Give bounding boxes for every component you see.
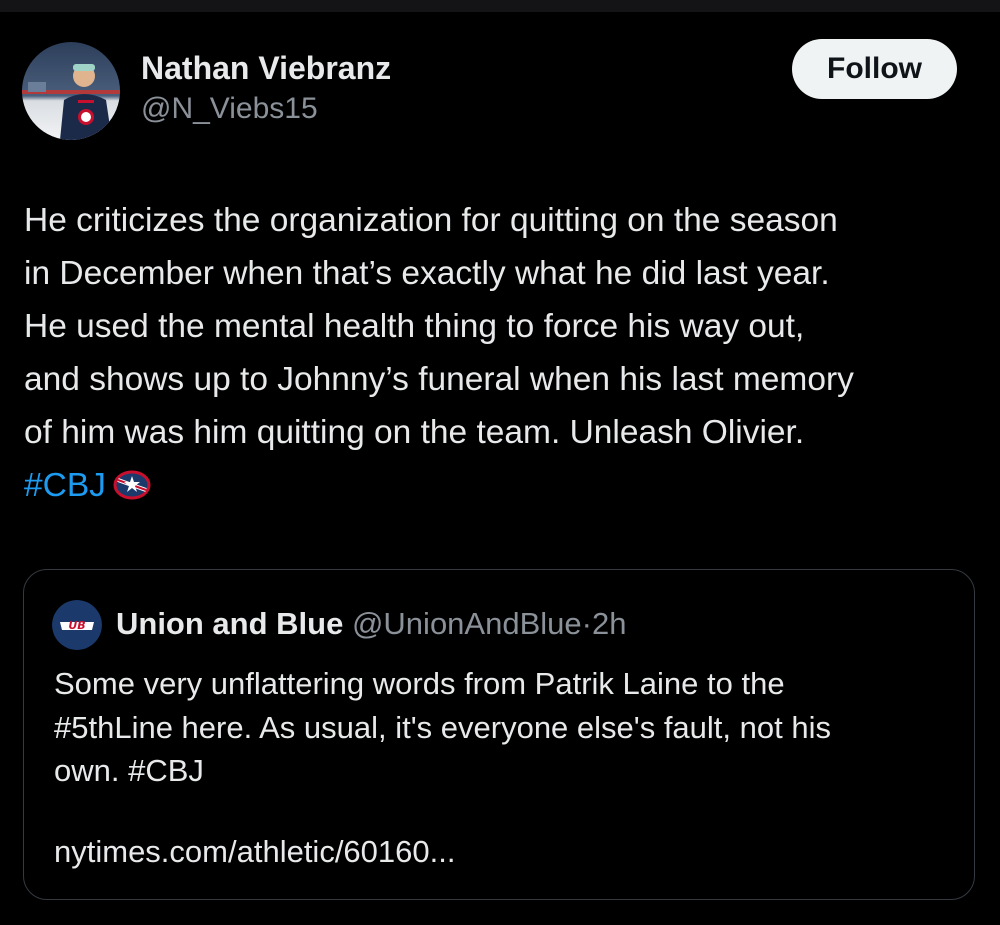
quoted-tweet-header: Union and Blue @UnionAndBlue·2h (116, 606, 626, 642)
quoted-line: #5thLine here. As usual, it's everyone e… (54, 709, 831, 745)
quoted-author-name[interactable]: Union and Blue (116, 606, 343, 641)
tweet-line: in December when that’s exactly what he … (24, 255, 830, 292)
quoted-author-handle[interactable]: @UnionAndBlue (352, 606, 582, 641)
quoted-timestamp[interactable]: 2h (592, 606, 626, 641)
tweet-line: He criticizes the organization for quitt… (24, 202, 838, 239)
svg-text:UB: UB (68, 619, 85, 632)
quoted-tweet-text: Some very unflattering words from Patrik… (54, 662, 954, 793)
quoted-link[interactable]: nytimes.com/athletic/60160... (54, 834, 455, 870)
quoted-line: own. #CBJ (54, 753, 204, 788)
separator-dot: · (581, 606, 592, 641)
quoted-tweet-card[interactable]: UB Union and Blue @UnionAndBlue·2h Some … (23, 569, 975, 900)
union-and-blue-logo-icon[interactable]: UB (52, 600, 102, 650)
tweet-hashtag-line: #CBJ (24, 459, 984, 518)
blue-jackets-logo-icon (112, 465, 152, 518)
tweet-line: and shows up to Johnny’s funeral when hi… (24, 361, 854, 398)
tweet-text: He criticizes the organization for quitt… (24, 194, 984, 518)
author-avatar[interactable] (22, 42, 120, 140)
author-name[interactable]: Nathan Viebranz (141, 50, 391, 87)
tweet-line: He used the mental health thing to force… (24, 308, 805, 345)
profile-photo-icon (22, 42, 120, 140)
hashtag-link[interactable]: #CBJ (24, 467, 106, 504)
quoted-line: Some very unflattering words from Patrik… (54, 666, 785, 701)
follow-button[interactable]: Follow (792, 39, 957, 99)
tweet-line: of him was him quitting on the team. Unl… (24, 414, 805, 451)
top-bar (0, 0, 1000, 12)
author-handle[interactable]: @N_Viebs15 (141, 92, 318, 126)
